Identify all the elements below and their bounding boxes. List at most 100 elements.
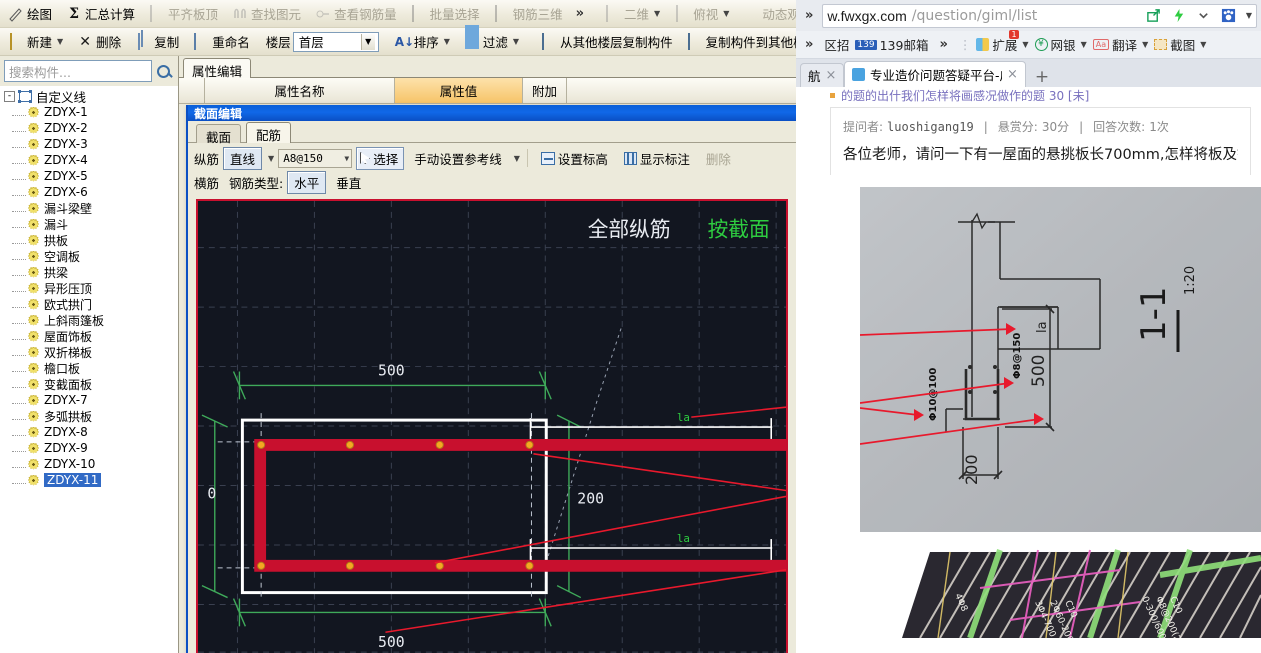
tree-item[interactable]: 变截面板 — [0, 376, 178, 392]
rename-component-button[interactable]: 重命名 — [187, 31, 256, 53]
chevron-down-icon[interactable]: ▼ — [723, 9, 729, 18]
floor-select[interactable]: 首层 ▼ — [292, 31, 379, 52]
chevron-down-icon[interactable]: ▼ — [1022, 40, 1028, 49]
expander-icon[interactable]: - — [4, 90, 15, 102]
url-bar[interactable]: w.fwxgx.com/question/giml/list ▼ — [822, 3, 1257, 28]
copy-from-other-floor-button[interactable]: 从其他楼层复制构件 — [535, 31, 679, 53]
paw-icon[interactable] — [1219, 6, 1239, 26]
tab-reinforcement[interactable]: 配筋 — [246, 122, 292, 143]
tree-item[interactable]: 漏斗梁壁 — [0, 200, 178, 216]
chevron-down-icon[interactable]: ▼ — [1200, 40, 1206, 49]
bookmark-overflow-left-button[interactable]: » — [800, 37, 818, 52]
tree-item[interactable]: ZDYX-7 — [0, 392, 178, 408]
delete-rebar-button[interactable]: 删除 — [700, 147, 737, 170]
section-canvas[interactable]: 500 500 0 200 la la 全部纵筋 按截面 — [198, 201, 786, 653]
lightning-icon[interactable] — [1169, 6, 1189, 26]
tree-item[interactable]: 上斜雨篷板 — [0, 312, 178, 328]
bookmark-overflow-button[interactable]: » — [934, 37, 952, 52]
set-elevation-button[interactable]: 设置标高 — [535, 147, 614, 170]
copy-to-other-floor-button[interactable]: 复制构件到其他楼层 — [681, 31, 796, 53]
tree-item[interactable]: ZDYX-11 — [0, 472, 178, 488]
chevron-down-icon[interactable]: ▼ — [360, 33, 375, 50]
chevron-down-icon[interactable]: ▼ — [1142, 40, 1148, 49]
close-icon[interactable]: × — [1007, 67, 1018, 82]
copy-component-button[interactable]: 复制 — [129, 31, 185, 53]
question-photo-site[interactable]: 3Φ4-700 2Φ60-200(2) C10 0-300/600 Φ8@200… — [860, 540, 1261, 638]
manual-reference-line-button[interactable]: 手动设置参考线 — [408, 147, 508, 170]
tree-item[interactable]: ZDYX-8 — [0, 424, 178, 440]
toolbar-view-rebar-button[interactable]: 查看钢筋量 — [309, 3, 403, 25]
chevron-down-icon[interactable] — [1194, 6, 1214, 26]
toolbar-find-element-button[interactable]: 查找图元 — [226, 3, 307, 25]
translate-button[interactable]: Aa 翻译 ▼ — [1092, 35, 1148, 54]
bookmark-quzhao[interactable]: 区招 — [824, 35, 849, 54]
rebar-spec-select[interactable]: A8@150 ▼ — [278, 148, 353, 168]
new-tab-button[interactable]: + — [1026, 67, 1058, 87]
toolbar-2d-button[interactable]: 二维 ▼ — [599, 3, 666, 25]
tree-item[interactable]: 欧式拱门 — [0, 296, 178, 312]
toolbar-rebar-3d-button[interactable]: 钢筋三维 — [488, 3, 569, 25]
chevron-down-icon[interactable]: ▼ — [268, 154, 274, 163]
chevron-down-icon[interactable]: ▼ — [513, 37, 519, 46]
tree-root-custom-line[interactable]: - 自定义线 — [0, 88, 178, 105]
chevron-down-icon[interactable]: ▼ — [57, 37, 63, 46]
tree-item[interactable]: 拱梁 — [0, 264, 178, 280]
toolbar-orbit-button[interactable]: 动态观察 — [737, 3, 796, 25]
search-button[interactable] — [152, 60, 174, 82]
chevron-down-icon[interactable]: ▼ — [1081, 40, 1087, 49]
chevron-down-icon[interactable]: ▼ — [514, 154, 520, 163]
select-tool-button[interactable]: 选择 — [356, 146, 405, 170]
tree-item[interactable]: 檐口板 — [0, 360, 178, 376]
tree-item[interactable]: 多弧拱板 — [0, 408, 178, 424]
property-header-extra[interactable]: 附加 — [523, 78, 567, 103]
chevron-down-icon[interactable]: ▼ — [654, 9, 660, 18]
obscured-title[interactable]: 的题的出什我们怎样将画感况做作的题 30 [未] — [841, 87, 1089, 103]
close-icon[interactable]: × — [826, 68, 837, 83]
tree-item[interactable]: ZDYX-3 — [0, 136, 178, 152]
tree-item[interactable]: 空调板 — [0, 248, 178, 264]
tree-item[interactable]: 漏斗 — [0, 216, 178, 232]
tree-item[interactable]: 异形压顶 — [0, 280, 178, 296]
sort-button[interactable]: A↓ 排序 ▼ — [389, 31, 456, 53]
question-photo-section[interactable]: la 500 200 Φ8@150 Φ10@100 1-1 1:20 — [860, 187, 1261, 532]
extensions-button[interactable]: 扩展 1 ▼ — [976, 30, 1029, 54]
bookmark-mail139[interactable]: 139 139邮箱 — [855, 35, 928, 54]
share-icon[interactable] — [1144, 6, 1164, 26]
browser-tab-1[interactable]: 专业造价问题答疑平台-广联达 × — [844, 61, 1026, 87]
tree-item[interactable]: ZDYX-5 — [0, 168, 178, 184]
show-annotation-button[interactable]: 显示标注 — [618, 147, 696, 170]
chevron-down-icon[interactable]: ▼ — [444, 37, 450, 46]
tab-section[interactable]: 截面 — [196, 124, 242, 145]
toolbar-align-slab-button[interactable]: 平齐板顶 — [143, 3, 224, 25]
tree-item[interactable]: ZDYX-1 — [0, 104, 178, 120]
chevron-down-icon[interactable]: ▼ — [1246, 11, 1252, 20]
search-input[interactable]: 搜索构件... — [4, 60, 152, 82]
browser-left-overflow-button[interactable]: » — [800, 8, 818, 23]
drag-handle[interactable]: ⋮ — [959, 37, 971, 52]
toolbar-draw-button[interactable]: 绘图 — [2, 3, 58, 25]
tree-item[interactable]: ZDYX-6 — [0, 184, 178, 200]
new-component-button[interactable]: 新建 ▼ — [2, 31, 69, 53]
vertical-button[interactable]: 垂直 — [330, 171, 367, 194]
bank-button[interactable]: ¥ 网银 ▼ — [1034, 35, 1087, 54]
component-tree[interactable]: - 自定义线 ZDYX-1 ZDYX-2 ZDYX-3 ZDYX-4 ZDYX-5 ZDY… — [0, 86, 178, 653]
toolbar-summary-button[interactable]: Σ 汇总计算 — [60, 3, 141, 25]
tree-item[interactable]: 屋面饰板 — [0, 328, 178, 344]
property-header-value[interactable]: 属性值 — [395, 78, 523, 103]
tab-property-edit[interactable]: 属性编辑 — [183, 58, 252, 79]
line-mode-button[interactable]: 直线 — [223, 146, 263, 170]
toolbar-batch-select-button[interactable]: 批量选择 — [405, 3, 486, 25]
tree-item[interactable]: 拱板 — [0, 232, 178, 248]
chevron-down-icon[interactable]: ▼ — [344, 154, 349, 163]
toolbar-topview-button[interactable]: 俯视 ▼ — [668, 3, 735, 25]
property-header-name[interactable]: 属性名称 — [205, 78, 395, 103]
horizontal-button[interactable]: 水平 — [287, 170, 327, 194]
tree-item[interactable]: ZDYX-9 — [0, 440, 178, 456]
tree-item[interactable]: 双折梯板 — [0, 344, 178, 360]
tree-item[interactable]: ZDYX-2 — [0, 120, 178, 136]
tree-item[interactable]: ZDYX-10 — [0, 456, 178, 472]
delete-component-button[interactable]: ✕ 删除 — [71, 31, 127, 53]
screenshot-button[interactable]: 截图 ▼ — [1154, 35, 1206, 54]
tree-item[interactable]: ZDYX-4 — [0, 152, 178, 168]
toolbar-overflow-button[interactable]: » — [571, 6, 589, 21]
